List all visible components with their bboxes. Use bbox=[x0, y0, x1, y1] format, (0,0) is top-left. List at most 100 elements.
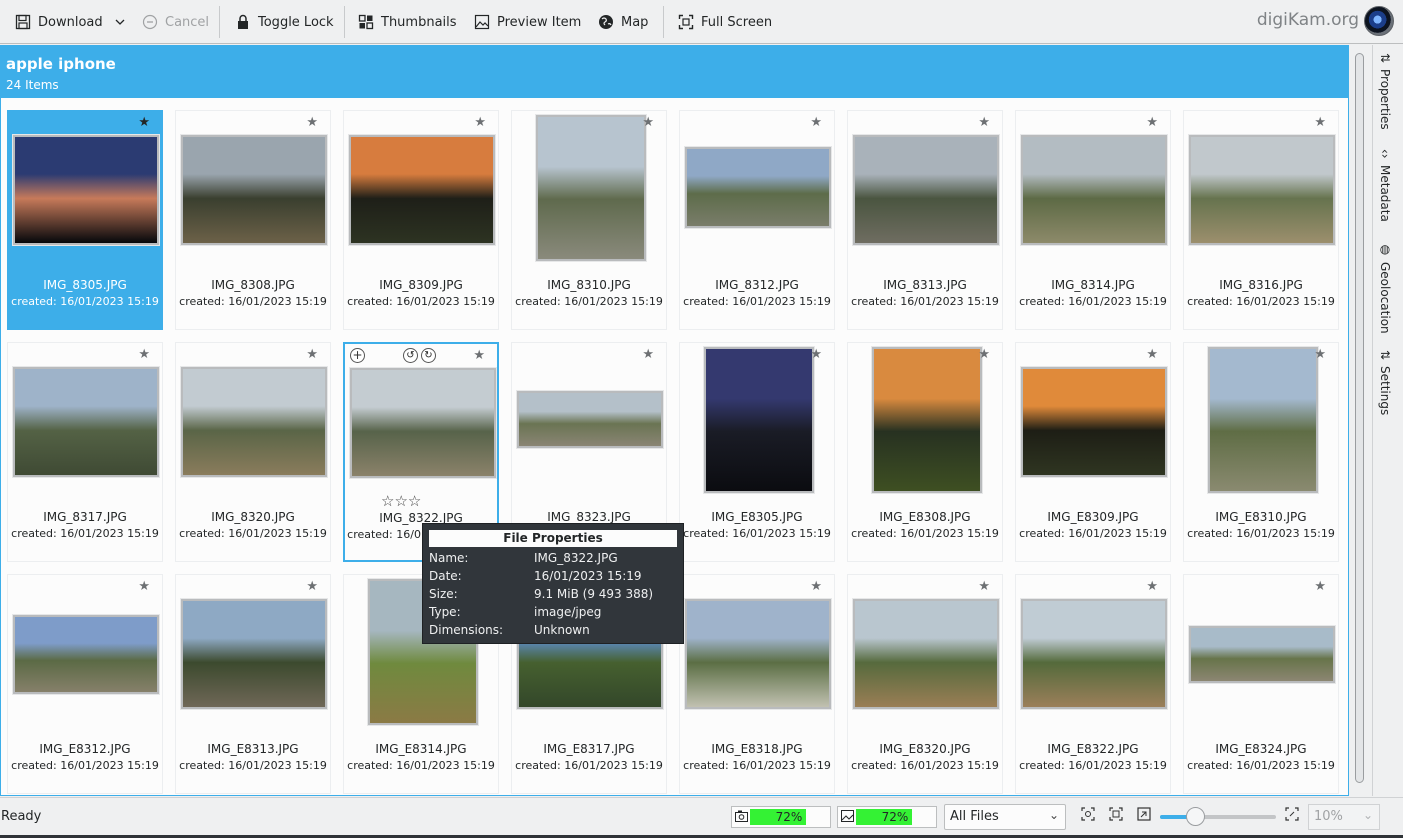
rating-stars-icon[interactable]: ☆☆☆ bbox=[381, 492, 421, 510]
vertical-scrollbar[interactable] bbox=[1351, 45, 1371, 796]
zoom-in-icon[interactable] bbox=[1283, 807, 1301, 825]
zoom-original-icon[interactable] bbox=[1107, 807, 1125, 825]
thumbnail-image[interactable] bbox=[517, 391, 663, 448]
thumbnail-image[interactable] bbox=[853, 135, 999, 245]
thumbnail-image[interactable] bbox=[350, 368, 496, 478]
thumbnail-image[interactable] bbox=[1021, 367, 1167, 477]
file-created-date: created: 16/01/2023 15:19 bbox=[1187, 295, 1335, 308]
star-icon[interactable]: ★ bbox=[642, 348, 654, 361]
star-icon[interactable]: ★ bbox=[473, 349, 485, 362]
star-icon[interactable]: ★ bbox=[1314, 116, 1326, 129]
download-button[interactable]: Download bbox=[11, 8, 107, 36]
thumbnail-image[interactable] bbox=[181, 367, 327, 477]
thumbnail-image[interactable] bbox=[13, 367, 159, 477]
thumbnail-item[interactable]: ★ IMG_8314.JPG created: 16/01/2023 15:19 bbox=[1015, 110, 1171, 330]
thumbnail-item[interactable]: ★ IMG_E8309.JPG created: 16/01/2023 15:19 bbox=[1015, 342, 1171, 562]
tab-geolocation[interactable]: ◍ Geolocation bbox=[1378, 242, 1392, 334]
tooltip-key: Type: bbox=[429, 605, 461, 619]
tab-metadata[interactable]: ‹› Metadata bbox=[1378, 149, 1392, 221]
thumbnail-item[interactable]: ★ IMG_8309.JPG created: 16/01/2023 15:19 bbox=[343, 110, 499, 330]
thumbnail-item[interactable]: ★ IMG_8316.JPG created: 16/01/2023 15:19 bbox=[1183, 110, 1339, 330]
file-created-date: created: 16/01/2023 15:19 bbox=[347, 759, 495, 772]
preview-item-button[interactable]: Preview Item bbox=[470, 8, 585, 36]
thumbnails-button[interactable]: Thumbnails bbox=[354, 8, 461, 36]
thumbnail-item[interactable]: ★ IMG_E8313.JPG created: 16/01/2023 15:19 bbox=[175, 574, 331, 794]
thumbnail-item[interactable]: ★ IMG_8305.JPG created: 16/01/2023 15:19 bbox=[7, 110, 163, 330]
thumbnail-item[interactable]: ★ IMG_8317.JPG created: 16/01/2023 15:19 bbox=[7, 342, 163, 562]
star-icon[interactable]: ★ bbox=[810, 348, 822, 361]
file-name: IMG_E8312.JPG bbox=[39, 742, 131, 756]
star-icon[interactable]: ★ bbox=[306, 116, 318, 129]
star-icon[interactable]: ★ bbox=[1314, 348, 1326, 361]
thumbnail-image[interactable] bbox=[1021, 135, 1167, 245]
thumbnail-item[interactable]: ★ IMG_8312.JPG created: 16/01/2023 15:19 bbox=[679, 110, 835, 330]
album-item-count: 24 Items bbox=[6, 78, 59, 92]
thumbnail-image[interactable] bbox=[349, 135, 495, 245]
thumbnail-image[interactable] bbox=[181, 135, 327, 245]
tooltip-row: Name: IMG_8322.JPG bbox=[429, 549, 677, 567]
thumbnail-item[interactable]: ★ IMG_E8312.JPG created: 16/01/2023 15:19 bbox=[7, 574, 163, 794]
star-icon[interactable]: ★ bbox=[1146, 348, 1158, 361]
file-name: IMG_E8314.JPG bbox=[375, 742, 467, 756]
thumbnail-item[interactable]: ★ IMG_E8318.JPG created: 16/01/2023 15:19 bbox=[679, 574, 835, 794]
thumbnail-image[interactable] bbox=[181, 599, 327, 709]
star-icon[interactable]: ★ bbox=[1314, 580, 1326, 593]
thumbnail-image[interactable] bbox=[13, 135, 159, 245]
star-icon[interactable]: ★ bbox=[642, 116, 654, 129]
scrollbar-thumb[interactable] bbox=[1355, 53, 1364, 783]
rotate-right-icon[interactable]: ↻ bbox=[421, 348, 436, 363]
file-name: IMG_E8313.JPG bbox=[207, 742, 299, 756]
star-icon[interactable]: ★ bbox=[474, 116, 486, 129]
star-icon[interactable]: ★ bbox=[138, 580, 150, 593]
thumbnail-image[interactable] bbox=[1189, 626, 1335, 683]
thumbnail-image[interactable] bbox=[685, 147, 831, 228]
thumbnail-item[interactable]: ★ IMG_E8308.JPG created: 16/01/2023 15:19 bbox=[847, 342, 1003, 562]
thumbnail-item[interactable]: ★ IMG_8320.JPG created: 16/01/2023 15:19 bbox=[175, 342, 331, 562]
thumbnail-item[interactable]: ★ IMG_E8305.JPG created: 16/01/2023 15:19 bbox=[679, 342, 835, 562]
star-icon[interactable]: ★ bbox=[138, 116, 150, 129]
thumbnail-item[interactable]: ★ IMG_8308.JPG created: 16/01/2023 15:19 bbox=[175, 110, 331, 330]
map-button[interactable]: Map bbox=[594, 8, 652, 36]
star-icon[interactable]: ★ bbox=[138, 348, 150, 361]
star-icon[interactable]: ★ bbox=[810, 116, 822, 129]
thumbnail-image[interactable] bbox=[1189, 135, 1335, 245]
thumbnail-image[interactable] bbox=[1021, 599, 1167, 709]
tab-settings[interactable]: ⇅ Settings bbox=[1378, 350, 1392, 415]
star-icon[interactable]: ★ bbox=[1146, 580, 1158, 593]
full-screen-button[interactable]: Full Screen bbox=[674, 8, 776, 36]
file-created-date: created: 16/01/2023 15:19 bbox=[179, 295, 327, 308]
select-plus-icon[interactable]: + bbox=[350, 348, 365, 363]
tab-properties[interactable]: ⇅ Properties bbox=[1378, 53, 1392, 130]
thumbnail-item[interactable]: ★ IMG_E8310.JPG created: 16/01/2023 15:19 bbox=[1183, 342, 1339, 562]
thumbnail-image[interactable] bbox=[853, 599, 999, 709]
star-icon[interactable]: ★ bbox=[978, 116, 990, 129]
thumbnail-item[interactable]: ★ IMG_E8322.JPG created: 16/01/2023 15:19 bbox=[1015, 574, 1171, 794]
star-icon[interactable]: ★ bbox=[306, 580, 318, 593]
zoom-fit-icon[interactable] bbox=[1079, 807, 1097, 825]
thumbnail-image[interactable] bbox=[872, 347, 982, 493]
file-filter-select[interactable]: All Files ⌄ bbox=[944, 804, 1066, 830]
thumbnail-image[interactable] bbox=[1208, 347, 1318, 493]
star-icon[interactable]: ★ bbox=[810, 580, 822, 593]
thumbnail-image[interactable] bbox=[13, 615, 159, 694]
zoom-out-icon[interactable] bbox=[1135, 807, 1153, 825]
zoom-slider-handle[interactable] bbox=[1185, 807, 1205, 826]
download-menu-button[interactable] bbox=[110, 8, 130, 36]
thumbnail-image[interactable] bbox=[536, 115, 646, 261]
camera-storage-gauge: 72% bbox=[731, 806, 831, 828]
toggle-lock-button[interactable]: Toggle Lock bbox=[231, 8, 338, 36]
rotate-left-icon[interactable]: ↺ bbox=[403, 348, 418, 363]
thumbnail-item[interactable]: ★ IMG_E8320.JPG created: 16/01/2023 15:19 bbox=[847, 574, 1003, 794]
cancel-button[interactable]: Cancel bbox=[138, 8, 213, 36]
star-icon[interactable]: ★ bbox=[306, 348, 318, 361]
thumbnail-image[interactable] bbox=[704, 347, 814, 493]
star-icon[interactable]: ★ bbox=[978, 580, 990, 593]
thumbnail-item[interactable]: ★ IMG_8310.JPG created: 16/01/2023 15:19 bbox=[511, 110, 667, 330]
thumbnail-image[interactable] bbox=[685, 599, 831, 709]
star-icon[interactable]: ★ bbox=[1146, 116, 1158, 129]
thumbnail-item[interactable]: ★ IMG_E8324.JPG created: 16/01/2023 15:19 bbox=[1183, 574, 1339, 794]
right-sidebar: ⇅ Properties ‹› Metadata ◍ Geolocation ⇅… bbox=[1372, 45, 1403, 796]
star-icon[interactable]: ★ bbox=[978, 348, 990, 361]
zoom-level-select[interactable]: 10% ⌄ bbox=[1308, 804, 1380, 830]
thumbnail-item[interactable]: ★ IMG_8313.JPG created: 16/01/2023 15:19 bbox=[847, 110, 1003, 330]
